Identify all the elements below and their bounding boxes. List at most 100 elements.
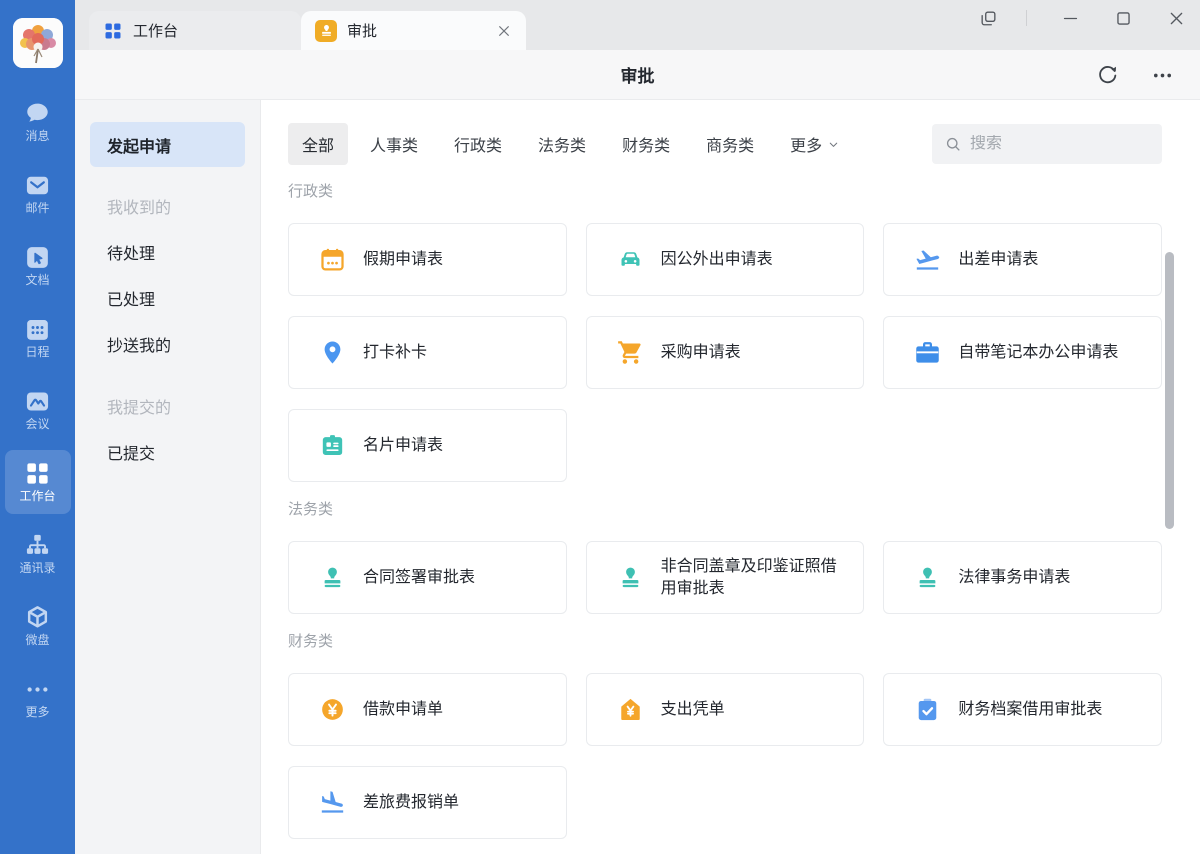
filter-chip[interactable]: 行政类 (454, 132, 502, 156)
approval-card[interactable]: 因公外出申请表 (586, 223, 865, 296)
sidebar-item-calendar[interactable]: 日程 (5, 306, 71, 370)
nav-item[interactable]: 已处理 (90, 275, 245, 321)
sidebar-item-meeting[interactable]: 会议 (5, 378, 71, 442)
sidebar-item-chat[interactable]: 消息 (5, 90, 71, 154)
avatar[interactable] (13, 18, 63, 68)
popout-icon[interactable] (979, 9, 998, 28)
stamp-icon (315, 20, 337, 42)
card-label: 名片申请表 (363, 435, 443, 456)
app-window: 消息邮件文档日程会议工作台通讯录微盘更多 工作台审批 审批 (0, 0, 1200, 854)
avatar-bouquet-image (13, 18, 63, 68)
search-box[interactable] (932, 124, 1162, 164)
card-grid: 假期申请表 因公外出申请表 出差申请表打卡补卡 采购申请表 自带笔记本办公申请表名片申请… (288, 223, 1162, 482)
approval-card[interactable]: 非合同盖章及印鉴证照借用审批表 (586, 541, 865, 614)
filter-more-button[interactable]: 更多 (790, 132, 840, 156)
approval-card[interactable]: 财务档案借用审批表 (883, 673, 1162, 746)
approval-nav-panel: 发起申请 我收到的待处理已处理抄送我的我提交的已提交 (75, 100, 261, 854)
vertical-scrollbar[interactable] (1165, 252, 1174, 529)
approval-card[interactable]: 支出凭单 (586, 673, 865, 746)
approval-card[interactable]: 出差申请表 (883, 223, 1162, 296)
clipboard-check-icon (914, 696, 941, 723)
car-icon (617, 246, 644, 273)
tab-工作台[interactable]: 工作台 (89, 11, 301, 50)
sidebar-item-contacts[interactable]: 通讯录 (5, 522, 71, 586)
card-label: 借款申请单 (363, 699, 443, 720)
sidebar-item-mail[interactable]: 邮件 (5, 162, 71, 226)
content-area: 发起申请 我收到的待处理已处理抄送我的我提交的已提交 全部人事类行政类法务类财务… (75, 100, 1200, 854)
filter-more-label: 更多 (790, 132, 822, 156)
nav-item[interactable]: 待处理 (90, 229, 245, 275)
sidebar-item-label: 会议 (25, 418, 49, 431)
approval-card[interactable]: 打卡补卡 (288, 316, 567, 389)
filter-chip[interactable]: 法务类 (538, 132, 586, 156)
tabs: 工作台 审批 (89, 11, 526, 50)
card-label: 非合同盖章及印鉴证照借用审批表 (661, 556, 848, 598)
contacts-icon (24, 532, 51, 559)
close-icon[interactable] (1167, 9, 1186, 28)
plane-takeoff-icon (914, 246, 941, 273)
approval-card[interactable]: 名片申请表 (288, 409, 567, 482)
nav-item-initiate-request[interactable]: 发起申请 (90, 122, 245, 167)
sidebar-item-ellipsis[interactable]: 更多 (5, 666, 71, 730)
sidebar-item-grid[interactable]: 工作台 (5, 450, 71, 514)
filter-chip[interactable]: 商务类 (706, 132, 754, 156)
sidebar-item-docs[interactable]: 文档 (5, 234, 71, 298)
sidebar-item-drive[interactable]: 微盘 (5, 594, 71, 658)
approval-card[interactable]: 借款申请单 (288, 673, 567, 746)
minimize-icon[interactable] (1061, 9, 1080, 28)
sidebar-item-label: 文档 (25, 274, 49, 287)
search-input[interactable] (970, 135, 1150, 153)
category-chips: 全部人事类 行政类 法务类 财务类 商务类 (288, 123, 790, 165)
grid-icon (24, 460, 51, 487)
card-label: 法律事务申请表 (958, 567, 1070, 588)
approval-card[interactable]: 假期申请表 (288, 223, 567, 296)
grid-icon (103, 21, 123, 41)
sidebar-item-label: 消息 (25, 130, 49, 143)
sidebar-item-label: 通讯录 (19, 562, 55, 575)
filter-chip[interactable]: 全部 (288, 123, 348, 165)
filter-chip[interactable]: 人事类 (370, 132, 418, 156)
card-grid: 合同签署审批表 非合同盖章及印鉴证照借用审批表 法律事务申请表 (288, 541, 1162, 614)
tab-审批[interactable]: 审批 (301, 11, 526, 50)
sidebar-item-label: 日程 (25, 346, 49, 359)
sidebar-item-label: 微盘 (25, 634, 49, 647)
nav-entries: 我收到的待处理已处理抄送我的我提交的已提交 (90, 183, 245, 475)
page-title: 审批 (621, 62, 655, 87)
card-label: 采购申请表 (661, 342, 741, 363)
tab-label: 工作台 (133, 20, 178, 41)
more-options-icon[interactable] (1151, 64, 1174, 87)
window-controls (979, 5, 1186, 31)
meeting-icon (24, 388, 51, 415)
card-label: 差旅费报销单 (363, 792, 459, 813)
shopping-cart-icon (617, 339, 644, 366)
calendar-event-icon (319, 246, 346, 273)
stamp-icon (319, 564, 346, 591)
house-yen-icon (617, 696, 644, 723)
section-title: 行政类 (288, 180, 1162, 201)
approval-card[interactable]: 采购申请表 (586, 316, 865, 389)
approval-card[interactable]: 法律事务申请表 (883, 541, 1162, 614)
approval-card[interactable]: 合同签署审批表 (288, 541, 567, 614)
nav-item[interactable]: 抄送我的 (90, 321, 245, 367)
stamp-icon (914, 564, 941, 591)
refresh-icon[interactable] (1096, 64, 1119, 87)
location-pin-icon (319, 339, 346, 366)
sidebar-item-label: 更多 (25, 706, 49, 719)
ellipsis-icon (24, 676, 51, 703)
main-column: 工作台审批 审批 发起申请 我收到的待处理已处理抄送我的我提交的已提交 (75, 0, 1200, 854)
mail-icon (24, 172, 51, 199)
filter-chip[interactable]: 财务类 (622, 132, 670, 156)
card-label: 出差申请表 (958, 249, 1038, 270)
card-label: 假期申请表 (363, 249, 443, 270)
nav-item[interactable]: 已提交 (90, 429, 245, 475)
card-label: 合同签署审批表 (363, 567, 475, 588)
nav-group-header: 我收到的 (90, 183, 245, 229)
tab-close-icon[interactable] (496, 23, 512, 39)
section-title: 财务类 (288, 630, 1162, 651)
window-controls-divider (1026, 10, 1027, 26)
approval-card[interactable]: 自带笔记本办公申请表 (883, 316, 1162, 389)
stamp-icon (617, 564, 644, 591)
titlebar-actions (1096, 50, 1174, 100)
maximize-icon[interactable] (1114, 9, 1133, 28)
approval-card[interactable]: 差旅费报销单 (288, 766, 567, 839)
